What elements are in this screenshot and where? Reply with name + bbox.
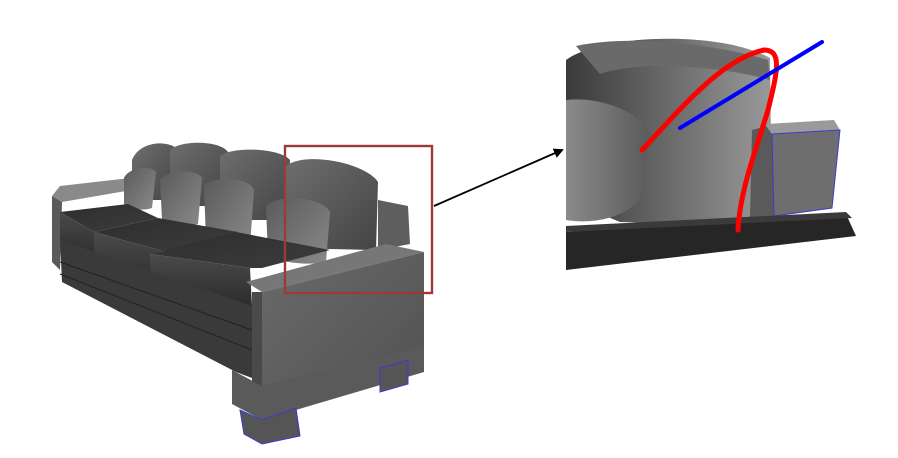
sofa-pillow-1 [124,167,156,210]
sofa-right-back [378,200,410,250]
sofa-left-arm [52,178,132,202]
zoom-inset [566,38,856,270]
figure-root [0,0,898,458]
sofa-pillow-2 [160,171,202,226]
zoom-armrest-side [750,126,774,218]
figure-canvas [52,38,856,445]
connector-arrow [433,148,564,207]
zoom-armrest-front [771,129,841,217]
